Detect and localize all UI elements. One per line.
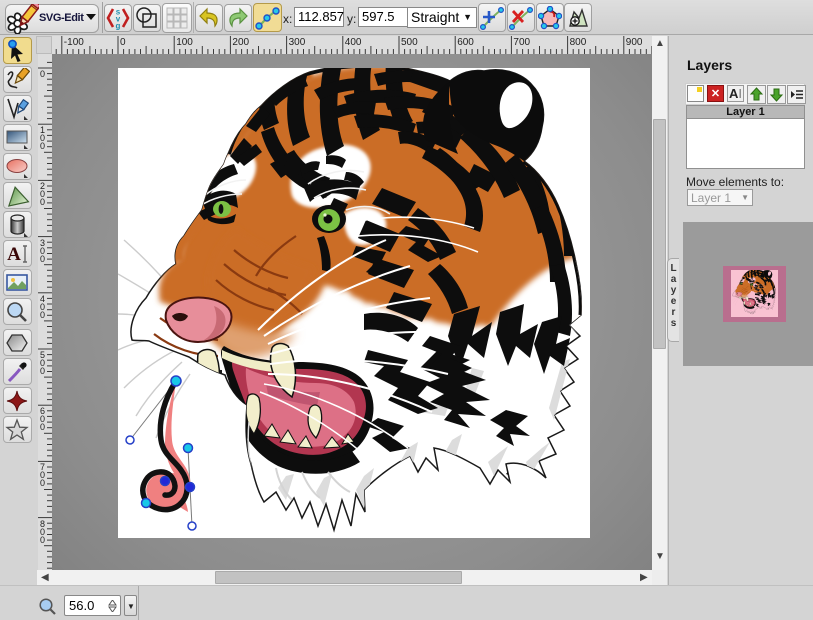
svg-text:800: 800 bbox=[570, 37, 587, 48]
svg-text:-100: -100 bbox=[64, 37, 84, 48]
svg-text:0: 0 bbox=[40, 535, 45, 545]
svg-text:0: 0 bbox=[40, 197, 45, 207]
svg-text:0: 0 bbox=[40, 141, 45, 151]
svg-text:0: 0 bbox=[120, 37, 126, 48]
svg-text:0: 0 bbox=[40, 478, 45, 488]
svg-text:500: 500 bbox=[401, 37, 418, 48]
svg-text:200: 200 bbox=[232, 37, 249, 48]
svg-text:0: 0 bbox=[40, 366, 45, 376]
svg-text:0: 0 bbox=[40, 310, 45, 320]
svg-text:700: 700 bbox=[513, 37, 530, 48]
svg-text:0: 0 bbox=[40, 254, 45, 264]
svg-text:0: 0 bbox=[40, 422, 45, 432]
svg-text:100: 100 bbox=[176, 37, 193, 48]
svg-text:600: 600 bbox=[457, 37, 474, 48]
svg-text:0: 0 bbox=[40, 69, 45, 79]
svg-text:A: A bbox=[7, 244, 21, 265]
svg-text:400: 400 bbox=[345, 37, 362, 48]
svg-text:300: 300 bbox=[289, 37, 306, 48]
svg-text:g: g bbox=[116, 22, 121, 31]
svg-text:900: 900 bbox=[626, 37, 643, 48]
